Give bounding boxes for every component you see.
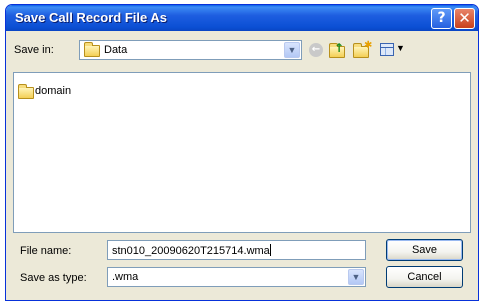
file-list[interactable]: domain: [13, 72, 471, 233]
chevron-down-icon[interactable]: ▼: [284, 42, 300, 58]
new-folder-button[interactable]: ✱: [352, 40, 372, 60]
file-name-label: File name:: [20, 245, 72, 257]
dialog-title: Save Call Record File As: [15, 10, 167, 25]
back-icon: ←: [309, 43, 323, 57]
file-name-input[interactable]: stn010_20090620T215714.wma: [107, 240, 366, 260]
save-as-type-label: Save as type:: [20, 272, 87, 284]
save-file-dialog: Save Call Record File As ? ✕ Save in: Da…: [5, 4, 479, 301]
save-button[interactable]: Save: [386, 239, 463, 261]
save-as-type-value: .wma: [112, 271, 139, 283]
close-button[interactable]: ✕: [454, 8, 475, 29]
text-cursor: [269, 244, 271, 256]
folder-icon: [18, 84, 34, 99]
views-menu-button[interactable]: ▼: [378, 40, 408, 60]
up-one-level-button[interactable]: ↑: [328, 40, 346, 60]
views-menu-icon: [380, 43, 394, 56]
save-in-value: Data: [104, 44, 128, 56]
file-name-value: stn010_20090620T215714.wma: [112, 245, 270, 257]
title-bar[interactable]: Save Call Record File As ? ✕: [6, 5, 478, 31]
folder-icon: [84, 42, 100, 57]
back-button[interactable]: ←: [307, 40, 325, 60]
help-button[interactable]: ?: [431, 8, 452, 29]
list-item-label: domain: [35, 85, 72, 97]
save-in-label: Save in:: [14, 44, 54, 56]
save-as-type-dropdown[interactable]: .wma ▼: [107, 267, 366, 287]
sparkle-icon: ✱: [364, 40, 373, 51]
up-arrow-icon: ↑: [334, 41, 345, 55]
save-in-dropdown[interactable]: Data ▼: [79, 40, 302, 60]
cancel-button[interactable]: Cancel: [386, 266, 463, 288]
chevron-down-icon: ▼: [396, 43, 405, 53]
chevron-down-icon[interactable]: ▼: [348, 269, 364, 285]
